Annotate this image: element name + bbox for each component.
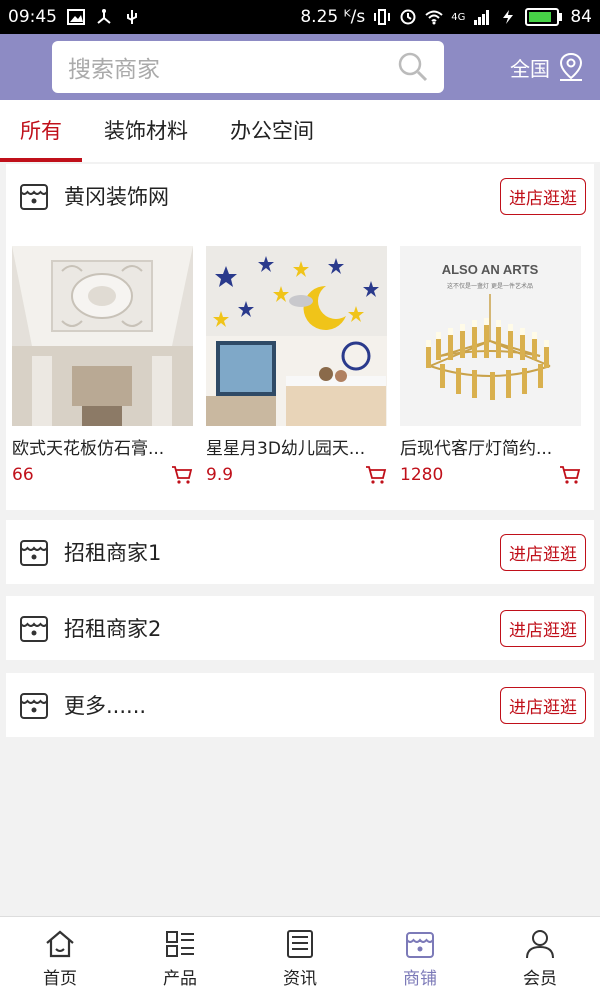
battery-level: 84 — [570, 7, 592, 27]
region-label: 全国 — [510, 56, 550, 81]
shop-icon — [20, 693, 48, 719]
bottom-nav: 首页 产品 资讯 商铺 会员 — [0, 916, 600, 1000]
lamp-brand-text: ALSO AN ARTS — [442, 262, 539, 277]
nav-member[interactable]: 会员 — [480, 917, 600, 1000]
shop-name: 招租商家2 — [64, 617, 162, 641]
cart-icon[interactable] — [365, 465, 387, 485]
product-name: 后现代客厅灯简约... — [400, 439, 553, 459]
home-icon — [46, 930, 74, 958]
product-name: 星星月3D幼儿园天... — [206, 439, 366, 459]
nav-label: 商铺 — [403, 969, 437, 989]
product-card[interactable]: 星星月3D幼儿园天... 9.9 — [206, 246, 387, 485]
tab-all[interactable]: 所有 — [0, 100, 82, 162]
enter-shop-button[interactable]: 进店逛逛 — [500, 609, 586, 647]
search-input[interactable]: 搜索商家 — [52, 41, 444, 93]
tab-office-space[interactable]: 办公空间 — [230, 100, 314, 162]
network-speed: 8.25 ᴷ/s — [300, 7, 366, 27]
nav-news[interactable]: 资讯 — [240, 917, 360, 1000]
product-price: 66 — [12, 465, 34, 485]
header: 搜索商家 全国 — [0, 34, 600, 100]
product-image-star-ceiling[interactable] — [206, 246, 387, 426]
usb-icon — [127, 10, 137, 24]
shop-card: 更多...... 进店逛逛 — [6, 673, 594, 737]
nav-shops[interactable]: 商铺 — [360, 917, 480, 1000]
image-notification-icon — [67, 9, 85, 25]
status-time: 09:45 — [8, 7, 57, 27]
vibrate-icon — [374, 9, 391, 25]
enter-shop-button[interactable]: 进店逛逛 — [500, 533, 586, 571]
product-card[interactable]: ALSO AN ARTS 这不仅是一盏灯 更是一件艺术品 后现代客厅灯简约...… — [400, 246, 581, 485]
shop-icon — [20, 540, 48, 566]
battery-icon — [525, 8, 563, 26]
shop-name: 更多...... — [64, 694, 147, 718]
enter-shop-button[interactable]: 进店逛逛 — [500, 177, 586, 215]
tab-decoration-materials[interactable]: 装饰材料 — [104, 100, 188, 162]
product-image-chandelier[interactable]: ALSO AN ARTS 这不仅是一盏灯 更是一件艺术品 — [400, 246, 581, 426]
shop-name: 招租商家1 — [64, 541, 162, 565]
status-bar: 09:45 8.25 ᴷ/s 4G 84 — [0, 0, 600, 34]
region-selector[interactable]: 全国 — [510, 52, 584, 82]
product-price: 9.9 — [206, 465, 234, 485]
nav-home[interactable]: 首页 — [0, 917, 120, 1000]
cart-icon[interactable] — [559, 465, 581, 485]
cart-icon[interactable] — [171, 465, 193, 485]
lamp-sub-text: 这不仅是一盏灯 更是一件艺术品 — [447, 282, 533, 290]
shop-icon — [20, 616, 48, 642]
category-tabs: 所有 装饰材料 办公空间 — [0, 100, 600, 162]
network-type: 4G — [451, 11, 466, 23]
nav-label: 首页 — [43, 969, 77, 989]
shop-icon — [20, 184, 48, 210]
shop-name: 黄冈装饰网 — [64, 185, 169, 209]
shop-card: 招租商家2 进店逛逛 — [6, 596, 594, 660]
wifi-icon — [425, 10, 443, 25]
nav-products[interactable]: 产品 — [120, 917, 240, 1000]
shop-card: 招租商家1 进店逛逛 — [6, 520, 594, 584]
grid-list-icon — [166, 931, 194, 957]
alarm-icon — [400, 9, 416, 25]
product-image-ceiling[interactable] — [12, 246, 193, 426]
enter-shop-button[interactable]: 进店逛逛 — [500, 686, 586, 724]
nav-label: 会员 — [523, 969, 557, 989]
share-notification-icon — [97, 9, 111, 24]
location-pin-icon — [559, 52, 583, 81]
nav-label: 资讯 — [283, 969, 317, 989]
search-icon[interactable] — [398, 52, 428, 82]
user-icon — [526, 930, 554, 959]
search-placeholder: 搜索商家 — [68, 57, 160, 83]
product-card[interactable]: 欧式天花板仿石膏... 66 — [12, 246, 193, 485]
shop-icon — [406, 932, 434, 958]
shop-card: 黄冈装饰网 进店逛逛 欧式天花板仿石膏... 66 星星月3D幼儿园天... 9… — [6, 164, 594, 510]
nav-label: 产品 — [163, 969, 197, 989]
product-name: 欧式天花板仿石膏... — [12, 439, 165, 459]
charging-icon — [503, 10, 514, 24]
news-icon — [287, 930, 313, 958]
signal-icon — [474, 10, 490, 25]
product-price: 1280 — [400, 465, 444, 485]
